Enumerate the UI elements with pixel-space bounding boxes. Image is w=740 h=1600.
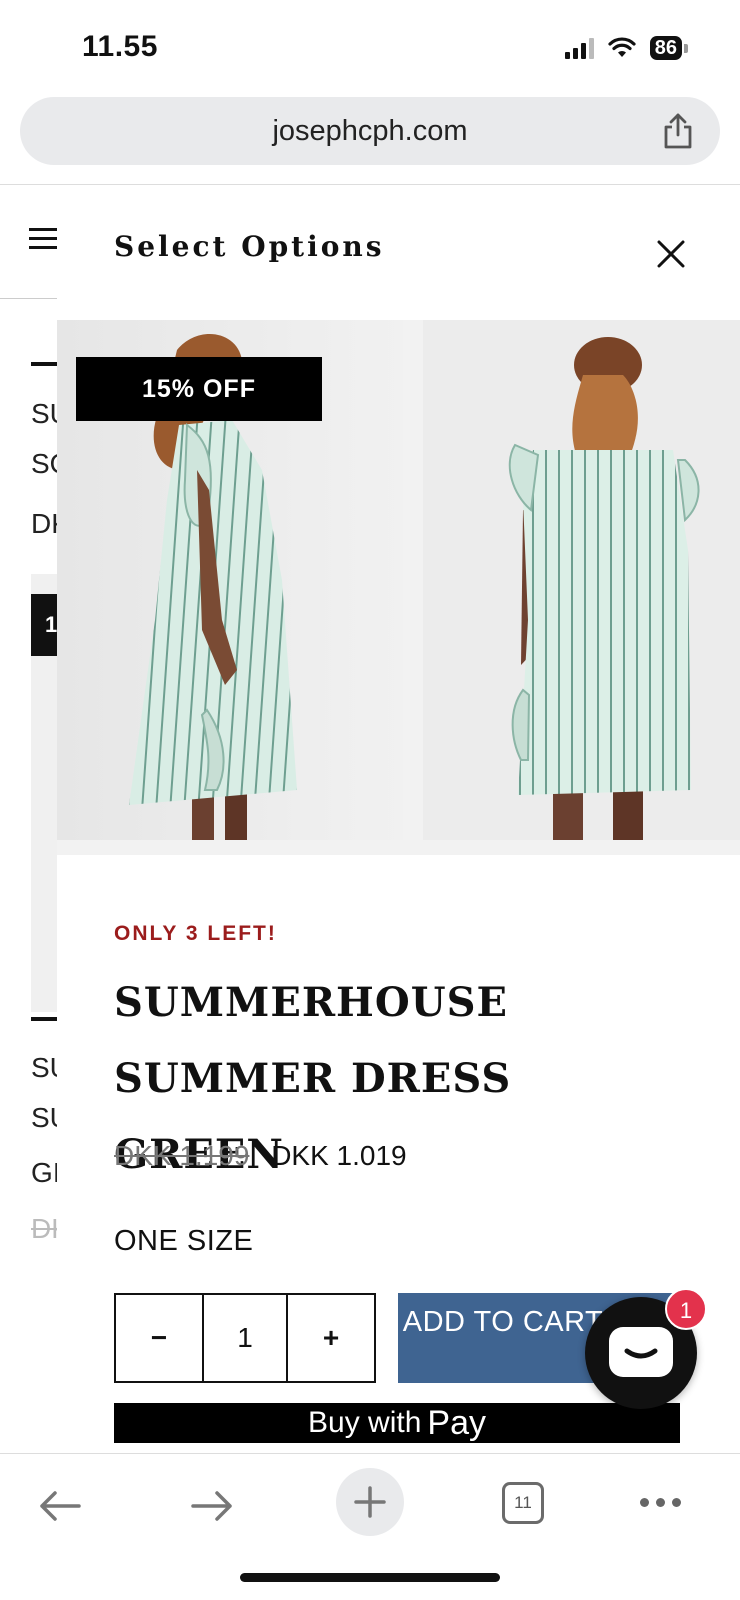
size-label: ONE SIZE: [114, 1225, 254, 1257]
decrease-quantity-button[interactable]: −: [116, 1295, 204, 1381]
bg-product-text: DK: [31, 508, 57, 539]
product-gallery[interactable]: 15% OFF: [57, 320, 740, 855]
divider: [31, 1017, 57, 1021]
forward-arrow-icon: [191, 1491, 232, 1521]
select-options-modal: Select Options 15% OFF ONLY 3 LEFT! SUMM…: [57, 185, 740, 1453]
url-text[interactable]: josephcph.com: [20, 115, 720, 148]
share-icon[interactable]: [660, 112, 696, 150]
stock-note: ONLY 3 LEFT!: [114, 922, 277, 945]
cellular-signal-icon: [564, 37, 594, 59]
sale-price: DKK 1.019: [271, 1140, 407, 1171]
bg-product-text: SU: [31, 1102, 57, 1133]
quantity-field[interactable]: 1: [204, 1295, 288, 1381]
bg-product-text: SU: [31, 1052, 57, 1083]
divider: [31, 362, 57, 366]
close-icon[interactable]: [654, 237, 688, 271]
price-row: DKK 1.199 DKK 1.019: [114, 1140, 407, 1172]
original-price: DKK 1.199: [114, 1140, 250, 1171]
bg-product-price: DK: [31, 1213, 57, 1244]
bg-product-text: SU: [31, 398, 57, 429]
divider: [0, 298, 57, 299]
discount-badge: 15% OFF: [76, 357, 322, 421]
tabs-icon[interactable]: 11: [502, 1482, 544, 1524]
battery-icon: 86: [649, 36, 688, 60]
bg-badge: 1: [31, 594, 57, 656]
product-image-back[interactable]: [423, 320, 740, 840]
apple-pay-button[interactable]: Buy with Pay: [114, 1403, 680, 1443]
more-icon[interactable]: [640, 1498, 681, 1507]
browser-toolbar: 11: [0, 1453, 740, 1600]
back-button[interactable]: [30, 1476, 90, 1536]
modal-title: Select Options: [114, 230, 385, 263]
apple-logo: Pay: [427, 1403, 486, 1442]
home-indicator: [240, 1573, 500, 1582]
battery-level: 86: [649, 36, 682, 60]
bg-product-text: SO: [31, 448, 57, 479]
hamburger-icon[interactable]: [29, 228, 57, 250]
new-tab-button[interactable]: [336, 1468, 404, 1536]
address-bar[interactable]: josephcph.com: [20, 97, 720, 165]
wifi-icon: [608, 37, 636, 57]
status-time: 11.55: [82, 30, 158, 63]
bg-product-text: GI: [31, 1157, 57, 1188]
status-icons: 86: [564, 36, 688, 60]
quantity-stepper: − 1 +: [114, 1293, 376, 1383]
apple-pay-prefix: Buy with: [308, 1406, 422, 1439]
increase-quantity-button[interactable]: +: [288, 1295, 374, 1381]
back-arrow-icon: [40, 1491, 81, 1521]
plus-icon: [354, 1486, 386, 1518]
forward-button[interactable]: [182, 1476, 242, 1536]
chat-unread-badge: 1: [665, 1288, 707, 1330]
